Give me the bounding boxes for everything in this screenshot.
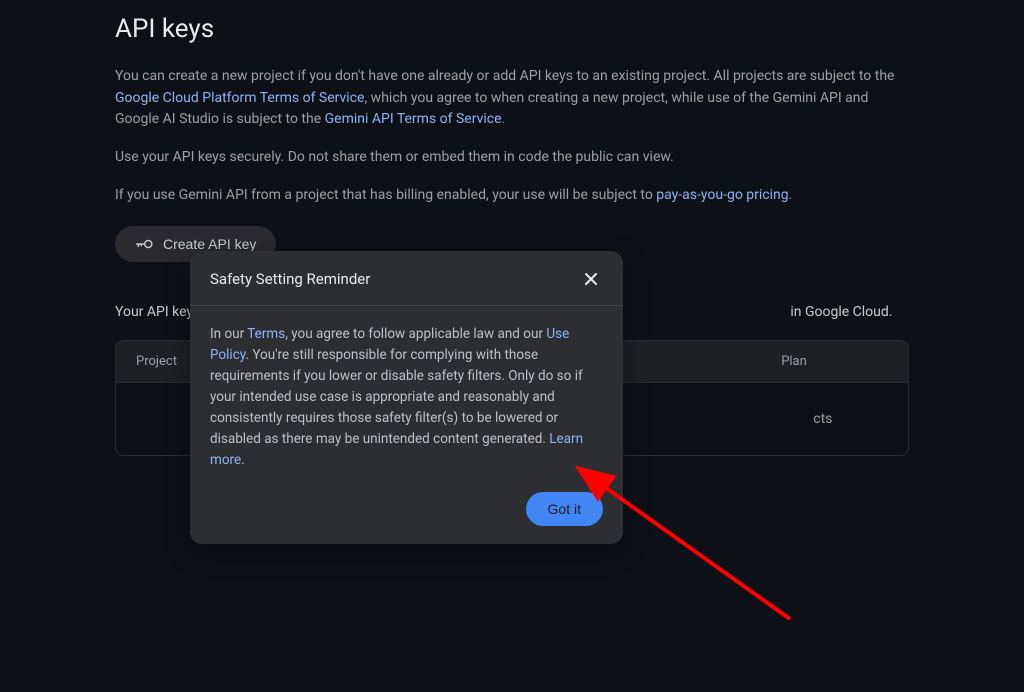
modal-title: Safety Setting Reminder	[210, 270, 370, 288]
got-it-button[interactable]: Got it	[526, 492, 603, 526]
close-modal-button[interactable]	[579, 267, 603, 291]
safety-reminder-modal: Safety Setting Reminder In our Terms, yo…	[190, 251, 623, 544]
modal-footer: Got it	[190, 480, 623, 544]
modal-header: Safety Setting Reminder	[190, 251, 623, 306]
modal-overlay: Safety Setting Reminder In our Terms, yo…	[0, 14, 1024, 692]
modal-text: .	[241, 452, 245, 468]
modal-text: In our	[210, 326, 247, 342]
modal-body: In our Terms, you agree to follow applic…	[190, 306, 623, 480]
terms-link[interactable]: Terms	[247, 326, 285, 342]
modal-text: . You're still responsible for complying…	[210, 347, 583, 447]
modal-text: , you agree to follow applicable law and…	[285, 326, 546, 342]
close-icon	[583, 271, 599, 287]
